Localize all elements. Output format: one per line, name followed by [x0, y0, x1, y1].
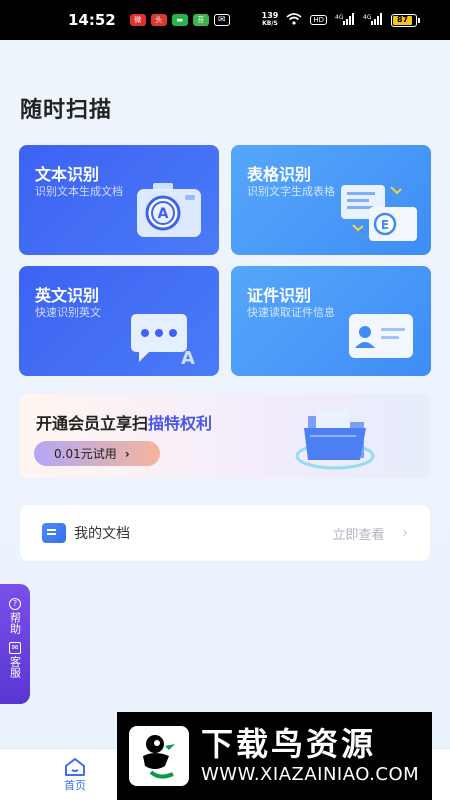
trial-button-label: 0.01元试用: [54, 447, 117, 461]
view-now-link[interactable]: 立即查看: [332, 524, 384, 543]
text-recognition-card[interactable]: 文本识别 识别文本生成文档 A: [19, 145, 219, 255]
svg-text:A: A: [181, 348, 195, 366]
table-recognition-card[interactable]: 表格识别 识别文字生成表格 E: [231, 145, 431, 255]
hd-badge: HD: [310, 15, 327, 25]
question-icon: ?: [9, 598, 21, 610]
tab-home[interactable]: 首页: [50, 757, 100, 793]
tab-home-label: 首页: [64, 779, 86, 792]
weibo-app-icon: 微: [129, 14, 146, 26]
table-e-icon: E: [339, 183, 421, 249]
folder-icon: [290, 396, 380, 480]
watermark-title: 下载鸟资源: [201, 725, 377, 763]
signal-icon-2: 4G: [363, 12, 383, 28]
net-speed-value: 139: [261, 11, 279, 20]
my-documents-label: 我的文档: [74, 526, 130, 542]
signal-icon-1: 4G: [335, 12, 355, 28]
status-time: 14:52: [68, 11, 116, 29]
service-label: 客服: [8, 656, 22, 678]
card-subtitle: 快速识别英文: [35, 306, 101, 319]
camera-a-icon: A: [135, 181, 205, 245]
mail-icon: ✉: [213, 14, 230, 26]
watermark-text: 下载鸟资源 WWW.XIAZAINIAO.COM: [201, 725, 419, 787]
svg-text:E: E: [381, 218, 389, 232]
vip-title-highlight: 描特权利: [148, 414, 213, 433]
help-service-tab[interactable]: ? 帮助 ✉ 客服: [0, 584, 30, 704]
battery-icon: 87: [391, 13, 420, 27]
notification-icons: 微 头 ▬ 苔 ✉: [129, 14, 230, 26]
status-bar: 14:52 微 头 ▬ 苔 ✉ 139 KB/S HD 4G 4G 87: [0, 0, 450, 40]
id-recognition-card[interactable]: 证件识别 快速读取证件信息: [231, 266, 431, 376]
chat-bubble-icon: A: [129, 310, 199, 370]
my-documents-row[interactable]: 我的文档 立即查看 ›: [20, 505, 430, 561]
card-title: 证件识别: [247, 286, 312, 305]
status-right: 139 KB/S HD 4G 4G 87: [262, 12, 420, 28]
card-subtitle: 识别文字生成表格: [247, 185, 335, 198]
svg-text:4G: 4G: [335, 14, 344, 21]
wifi-icon: [286, 12, 302, 28]
watermark-url: WWW.XIAZAINIAO.COM: [201, 764, 420, 785]
vip-title-prefix: 开通会员立享扫: [36, 414, 149, 433]
card-title: 英文识别: [35, 286, 100, 305]
battery-level: 87: [393, 15, 413, 25]
chevron-right-icon: ›: [402, 525, 408, 541]
news-app-icon: 头: [150, 14, 167, 26]
wechat-app-icon: ▬: [171, 14, 188, 26]
trial-button[interactable]: 0.01元试用 ›: [34, 441, 160, 466]
card-title: 文本识别: [35, 165, 100, 184]
card-title: 表格识别: [247, 165, 312, 184]
main-screen: 随时扫描 文本识别 识别文本生成文档 A 表格识别 识别文字生成表格 E 英文识…: [0, 40, 450, 800]
chevron-right-icon: ›: [124, 446, 130, 461]
document-icon: [42, 523, 66, 543]
home-icon: [65, 758, 85, 776]
green-app-icon: 苔: [192, 14, 209, 26]
card-subtitle: 识别文本生成文档: [35, 185, 123, 198]
svg-text:A: A: [158, 206, 169, 222]
card-subtitle: 快速读取证件信息: [247, 306, 335, 319]
net-speed: 139 KB/S: [262, 12, 279, 28]
vip-banner[interactable]: 开通会员立享扫描特权利 0.01元试用 ›: [20, 394, 430, 478]
customer-service-button[interactable]: ✉ 客服: [9, 642, 22, 678]
help-button[interactable]: ? 帮助: [9, 598, 22, 634]
net-speed-unit: KB/S: [262, 20, 278, 27]
id-card-icon: [347, 310, 417, 366]
vip-title: 开通会员立享扫描特权利: [36, 410, 212, 434]
watermark-overlay: 下载鸟资源 WWW.XIAZAINIAO.COM: [117, 712, 432, 800]
svg-text:4G: 4G: [363, 14, 372, 21]
bird-logo-icon: [129, 726, 189, 786]
page-title: 随时扫描: [20, 98, 113, 123]
english-recognition-card[interactable]: 英文识别 快速识别英文 A: [19, 266, 219, 376]
help-label: 帮助: [8, 612, 22, 634]
message-icon: ✉: [9, 642, 21, 654]
